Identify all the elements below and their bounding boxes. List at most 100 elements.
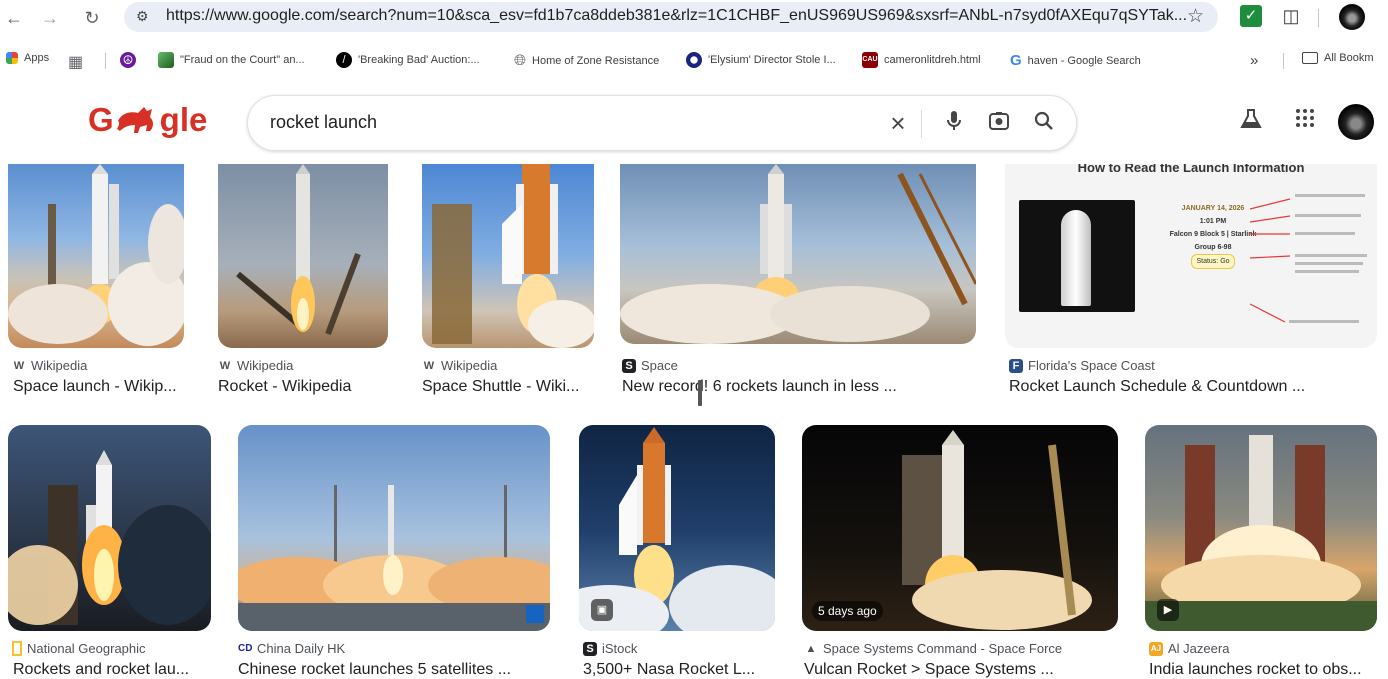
result-title[interactable]: Vulcan Rocket > Space Systems ... bbox=[804, 661, 1120, 679]
result-title[interactable]: Space Shuttle - Wiki... bbox=[422, 378, 592, 396]
google-apps-icon[interactable] bbox=[1292, 108, 1318, 134]
search-divider bbox=[921, 110, 922, 138]
bookmark-peace[interactable]: ☮ bbox=[120, 52, 136, 68]
result-source[interactable]: AJ Al Jazeera bbox=[1149, 641, 1229, 656]
result-title[interactable]: Chinese rocket launches 5 satellites ... bbox=[238, 661, 550, 679]
google-account-avatar[interactable] bbox=[1338, 104, 1374, 140]
national-geographic-icon bbox=[12, 641, 22, 656]
source-name: National Geographic bbox=[27, 641, 146, 656]
bookmark-label: "Fraud on the Court" an... bbox=[180, 54, 305, 66]
apps-grid-icon bbox=[6, 52, 18, 64]
result-source[interactable]: W Wikipedia bbox=[12, 358, 88, 373]
result-source[interactable]: CD China Daily HK bbox=[238, 641, 345, 656]
page-icon bbox=[158, 52, 174, 68]
result-title[interactable]: India launches rocket to obs... bbox=[1149, 661, 1377, 679]
source-name: Wikipedia bbox=[441, 358, 498, 373]
source-name: Space Systems Command - Space Force bbox=[823, 641, 1063, 656]
bookmark-apps[interactable]: Apps bbox=[6, 52, 49, 64]
result-thumbnail[interactable]: ▣ bbox=[579, 425, 775, 631]
camera-lens-icon[interactable] bbox=[986, 110, 1012, 136]
result-thumbnail[interactable]: 5 days ago bbox=[802, 425, 1118, 631]
video-play-icon: ▶ bbox=[1157, 599, 1179, 621]
search-icon[interactable] bbox=[1031, 110, 1057, 136]
result-source[interactable]: W Wikipedia bbox=[422, 358, 498, 373]
source-name: Space bbox=[641, 358, 678, 373]
labs-flask-icon[interactable] bbox=[1238, 108, 1264, 134]
search-box[interactable]: rocket launch × bbox=[247, 95, 1077, 151]
google-icon: G bbox=[1010, 52, 1022, 69]
bookmark-label: 'Breaking Bad' Auction:... bbox=[358, 54, 480, 66]
al-jazeera-icon: AJ bbox=[1149, 641, 1163, 656]
browser-toolbar: ← → ↻ ⚙ https://www.google.com/search?nu… bbox=[0, 0, 1388, 36]
bookmarks-overflow-button[interactable]: » bbox=[1250, 52, 1258, 69]
bookmark-label: Home of Zone Resistance bbox=[532, 54, 660, 67]
circle-icon bbox=[686, 52, 702, 68]
bookmark-star-icon[interactable]: ☆ bbox=[1187, 5, 1204, 28]
result-source[interactable]: ▲ Space Systems Command - Space Force bbox=[804, 641, 1063, 656]
infographic-status: Status: Go bbox=[1191, 254, 1235, 269]
result-title[interactable]: Rocket - Wikipedia bbox=[218, 378, 393, 396]
result-source[interactable]: S Space bbox=[622, 358, 678, 373]
result-source[interactable]: F Florida's Space Coast bbox=[1009, 358, 1155, 373]
result-thumbnail[interactable] bbox=[218, 164, 388, 348]
reload-icon[interactable]: ↻ bbox=[80, 6, 104, 30]
result-thumbnail[interactable]: How to Read the Launch Information JANUA… bbox=[1005, 164, 1377, 348]
source-name: iStock bbox=[602, 641, 638, 656]
peace-icon: ☮ bbox=[120, 52, 136, 68]
horse-doodle-icon bbox=[116, 107, 153, 133]
extensions-puzzle-icon[interactable]: ◫ bbox=[1280, 5, 1302, 27]
result-source[interactable]: SiStock bbox=[583, 641, 637, 656]
checkmark-extension-icon[interactable]: ✓ bbox=[1240, 5, 1262, 27]
all-bookmarks-button[interactable]: All Bookm bbox=[1302, 52, 1374, 64]
bookmark-label: haven - Google Search bbox=[1027, 54, 1141, 67]
microphone-icon[interactable] bbox=[941, 110, 967, 136]
google-doodle-logo[interactable]: G gle bbox=[88, 101, 207, 138]
source-name: China Daily HK bbox=[257, 641, 346, 656]
bookmark-label: 'Elysium' Director Stole I... bbox=[708, 54, 836, 66]
result-title[interactable]: New record! 6 rockets launch in less ... bbox=[622, 378, 982, 396]
back-arrow-icon[interactable]: ← bbox=[2, 6, 26, 30]
bookmark-fraud-on-the-court[interactable]: "Fraud on the Court" an... bbox=[158, 52, 305, 68]
result-thumbnail[interactable] bbox=[422, 164, 594, 348]
text-cursor bbox=[698, 380, 702, 406]
space-site-icon: S bbox=[622, 358, 636, 373]
search-input[interactable]: rocket launch bbox=[270, 112, 377, 133]
google-header: G gle rocket launch × bbox=[0, 78, 1388, 164]
istock-icon: S bbox=[583, 641, 597, 656]
source-name: Al Jazeera bbox=[1168, 641, 1230, 656]
result-source[interactable]: W Wikipedia bbox=[218, 358, 294, 373]
forward-arrow-icon[interactable]: → bbox=[38, 6, 62, 30]
toolbar-divider bbox=[1318, 9, 1319, 27]
slash-icon: / bbox=[336, 52, 352, 68]
profile-avatar[interactable] bbox=[1339, 4, 1365, 30]
site-settings-icon[interactable]: ⚙ bbox=[136, 8, 149, 25]
infographic-arrows bbox=[1249, 194, 1367, 323]
infographic-rocket-image bbox=[1019, 200, 1135, 312]
result-thumbnail[interactable] bbox=[238, 425, 550, 631]
bookmark-zone-resistance[interactable]: 🌐︎ Home of Zone Resistance bbox=[514, 52, 659, 69]
address-bar[interactable]: ⚙ https://www.google.com/search?num=10&s… bbox=[124, 2, 1218, 32]
grid-icon: ▦ bbox=[68, 54, 84, 71]
bookmark-elysium[interactable]: 'Elysium' Director Stole I... bbox=[686, 52, 836, 68]
overflow-chevron-icon: » bbox=[1250, 52, 1259, 69]
bookmark-breaking-bad[interactable]: / 'Breaking Bad' Auction:... bbox=[336, 52, 480, 68]
clear-icon[interactable]: × bbox=[885, 110, 911, 136]
florida-space-coast-icon: F bbox=[1009, 358, 1023, 373]
result-title[interactable]: Rockets and rocket lau... bbox=[13, 661, 209, 679]
result-title[interactable]: 3,500+ Nasa Rocket L... bbox=[583, 661, 775, 679]
bookmark-cameronlitdreh[interactable]: CAU cameronlitdreh.html bbox=[862, 52, 981, 68]
bookmark-grid[interactable]: ▦ bbox=[68, 52, 83, 72]
result-thumbnail[interactable] bbox=[8, 164, 184, 348]
result-thumbnail[interactable]: ▶ bbox=[1145, 425, 1377, 631]
source-name: Wikipedia bbox=[237, 358, 294, 373]
bookmark-haven-search[interactable]: G haven - Google Search bbox=[1010, 52, 1141, 69]
result-title[interactable]: Space launch - Wikip... bbox=[13, 378, 191, 396]
wikipedia-icon: W bbox=[219, 359, 231, 372]
url-text[interactable]: https://www.google.com/search?num=10&sca… bbox=[166, 7, 1187, 25]
result-source[interactable]: National Geographic bbox=[12, 641, 146, 656]
folder-icon bbox=[1302, 52, 1318, 64]
result-thumbnail[interactable] bbox=[620, 164, 976, 344]
source-name: Wikipedia bbox=[31, 358, 88, 373]
result-title[interactable]: Rocket Launch Schedule & Countdown ... bbox=[1009, 378, 1381, 396]
result-thumbnail[interactable] bbox=[8, 425, 211, 631]
